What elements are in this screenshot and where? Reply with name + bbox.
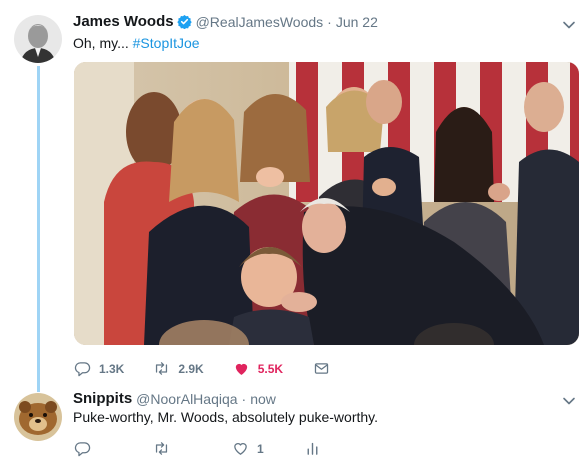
reply-count: 1.3K bbox=[99, 361, 125, 376]
reply-author-avatar[interactable] bbox=[14, 393, 62, 441]
tweet-actions: 1.3K 2.9K 5.5K bbox=[74, 360, 330, 377]
author-avatar[interactable] bbox=[14, 15, 62, 63]
reply-text: Puke-worthy, Mr. Woods, absolutely puke-… bbox=[73, 409, 379, 425]
heart-icon bbox=[235, 363, 247, 375]
heart-icon bbox=[234, 443, 247, 455]
reply-chevron-down-icon[interactable] bbox=[561, 393, 577, 409]
chevron-down-icon[interactable] bbox=[561, 17, 577, 33]
retweet-button[interactable]: 2.9K bbox=[153, 360, 204, 377]
analytics-button[interactable] bbox=[304, 440, 321, 457]
author-handle[interactable]: @RealJamesWoods bbox=[196, 14, 324, 30]
reply-header: Snippits @NoorAlHaqiqa · now bbox=[73, 390, 276, 407]
direct-message-icon bbox=[314, 363, 329, 374]
reply-author-handle[interactable]: @NoorAlHaqiqa bbox=[136, 391, 237, 407]
reply-button[interactable]: 1.3K bbox=[74, 360, 124, 377]
retweet-icon bbox=[156, 362, 168, 375]
like-count: 5.5K bbox=[257, 361, 284, 376]
tweet-timestamp[interactable]: Jun 22 bbox=[336, 14, 378, 30]
reply-author-display-name[interactable]: Snippits bbox=[73, 390, 132, 407]
reply-icon bbox=[74, 362, 91, 377]
author-display-name[interactable]: James Woods bbox=[73, 13, 174, 30]
analytics-icon bbox=[307, 442, 318, 455]
reply-actions: 1 bbox=[74, 440, 321, 457]
reply-separator-dot: · bbox=[241, 390, 247, 407]
retweet-count: 2.9K bbox=[178, 361, 204, 376]
thread-connector-line bbox=[37, 66, 40, 392]
like-button[interactable]: 5.5K bbox=[233, 360, 283, 377]
verified-badge-icon bbox=[176, 14, 192, 29]
retweet-icon bbox=[155, 442, 168, 455]
reply-timestamp[interactable]: now bbox=[250, 391, 276, 407]
tweet-text-body: Oh, my... bbox=[73, 35, 133, 51]
reply-reply-button[interactable] bbox=[74, 440, 91, 457]
separator-dot: · bbox=[327, 13, 332, 30]
tweet-photo[interactable] bbox=[74, 62, 579, 345]
hashtag-link[interactable]: #StopItJoe bbox=[133, 35, 200, 51]
tweet-header: James Woods @RealJamesWoods · Jun 22 bbox=[73, 13, 378, 30]
direct-message-button[interactable] bbox=[313, 360, 330, 377]
reply-like-button[interactable]: 1 bbox=[232, 440, 264, 457]
tweet-text: Oh, my... #StopItJoe bbox=[73, 35, 200, 51]
reply-like-count: 1 bbox=[257, 441, 264, 456]
reply-icon bbox=[74, 442, 91, 457]
reply-retweet-button[interactable] bbox=[153, 440, 170, 457]
